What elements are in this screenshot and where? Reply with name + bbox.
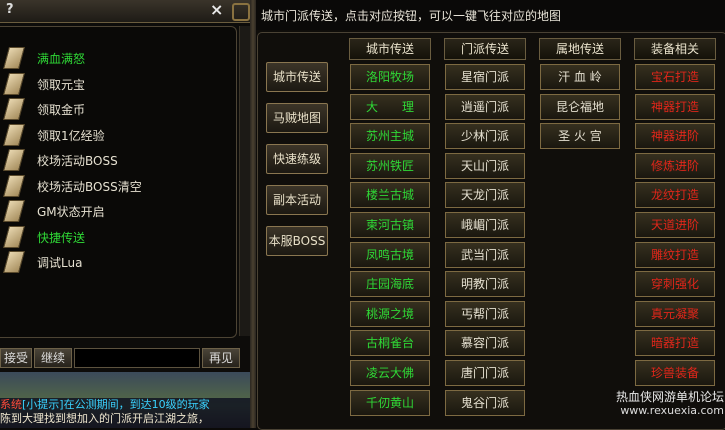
side-nav-button[interactable]: 马贼地图 xyxy=(266,103,328,133)
close-icon[interactable]: × xyxy=(210,0,223,19)
column-header: 属地传送 xyxy=(539,38,621,60)
chat-system-tag: 系统 xyxy=(0,398,22,411)
gm-item[interactable]: 领取金币 xyxy=(0,97,230,121)
teleport-button[interactable]: 昆仑福地 xyxy=(540,93,620,120)
teleport-button[interactable]: 汗 血 岭 xyxy=(540,64,620,90)
teleport-button[interactable]: 神器打造 xyxy=(635,93,715,120)
teleport-button[interactable]: 古桐雀台 xyxy=(350,330,430,357)
corner-ornament-icon xyxy=(232,3,250,21)
help-icon[interactable]: ? xyxy=(6,2,14,17)
accept-button[interactable]: 接受 xyxy=(0,348,32,368)
gm-item-label: GM状态开启 xyxy=(37,205,105,219)
column-header: 门派传送 xyxy=(444,38,526,60)
teleport-button[interactable]: 苏州铁匠 xyxy=(350,152,430,179)
gm-item[interactable]: 校场活动BOSS清空 xyxy=(0,174,230,198)
teleport-button[interactable]: 神器进阶 xyxy=(635,123,715,150)
watermark-title: 热血侠网游单机论坛 xyxy=(615,390,724,404)
teleport-button[interactable]: 珍兽装备 xyxy=(635,360,715,386)
gm-item-label: 领取元宝 xyxy=(37,77,86,92)
side-nav-button[interactable]: 本服BOSS xyxy=(266,226,328,256)
chat-log: 系统[小提示]在公测期间，到达10级的玩家 陈到大理找到想加入的门派开启江湖之旅… xyxy=(0,398,250,428)
teleport-button[interactable]: 明教门派 xyxy=(445,271,525,298)
gm-item[interactable]: GM状态开启 xyxy=(0,199,230,223)
gm-item-label: 快捷传送 xyxy=(37,230,86,245)
left-panel-header: ? × xyxy=(0,0,250,23)
teleport-button[interactable]: 修炼进阶 xyxy=(635,152,715,179)
gm-item[interactable]: 满血满怒 xyxy=(0,46,230,70)
scroll-item-icon xyxy=(3,174,25,197)
column-header: 装备相关 xyxy=(634,38,716,60)
teleport-button[interactable]: 凌云大佛 xyxy=(350,360,430,386)
teleport-button[interactable]: 鬼谷门派 xyxy=(445,389,525,416)
gm-item[interactable]: 校场活动BOSS xyxy=(0,148,230,172)
gm-item[interactable]: 快捷传送 xyxy=(0,225,230,249)
scroll-item-icon xyxy=(3,72,25,95)
teleport-button[interactable]: 圣 火 宫 xyxy=(540,123,620,150)
watermark-url: www.rexuexia.com xyxy=(620,404,724,417)
teleport-button[interactable]: 凤鸣古境 xyxy=(350,241,430,268)
teleport-button[interactable]: 暗器打造 xyxy=(635,330,715,357)
scroll-item-icon xyxy=(3,123,25,146)
gm-item-label: 满血满怒 xyxy=(37,52,86,66)
scroll-item-icon xyxy=(3,47,25,69)
goodbye-button[interactable]: 再见 xyxy=(202,348,240,368)
continue-button[interactable]: 继续 xyxy=(34,348,72,368)
teleport-button[interactable]: 丐帮门派 xyxy=(445,300,525,327)
teleport-title-bar: 城市门派传送，点击对应按钮，可以一键飞往对应的地图 xyxy=(256,0,725,30)
teleport-button[interactable]: 桃源之境 xyxy=(350,300,430,327)
gm-item-label: 领取1亿经验 xyxy=(37,128,105,143)
teleport-title: 城市门派传送，点击对应按钮，可以一键飞往对应的地图 xyxy=(261,9,562,23)
teleport-button[interactable]: 逍遥门派 xyxy=(445,93,525,120)
column-header: 城市传送 xyxy=(349,38,431,60)
side-nav-button[interactable]: 副本活动 xyxy=(266,185,328,215)
watermark: 热血侠网游单机论坛 www.rexuexia.com xyxy=(604,390,724,418)
scroll-item-icon xyxy=(3,200,25,222)
teleport-button[interactable]: 宝石打造 xyxy=(635,64,715,90)
chat-input[interactable] xyxy=(74,348,200,368)
scroll-item-icon xyxy=(3,251,25,273)
teleport-button[interactable]: 唐门门派 xyxy=(445,360,525,386)
teleport-button[interactable]: 雕纹打造 xyxy=(635,241,715,268)
scroll-item-icon xyxy=(3,98,25,120)
side-nav-button[interactable]: 快速练级 xyxy=(266,144,328,174)
teleport-button[interactable]: 真元凝聚 xyxy=(635,300,715,327)
teleport-button[interactable]: 天龙门派 xyxy=(445,182,525,209)
gm-item-label: 调试Lua xyxy=(37,256,83,270)
teleport-button[interactable]: 穿刺强化 xyxy=(635,271,715,298)
teleport-button[interactable]: 柬河古镇 xyxy=(350,212,430,238)
teleport-button[interactable]: 苏州主城 xyxy=(350,123,430,150)
scroll-item-icon xyxy=(3,225,25,248)
chat-line-1: [小提示]在公测期间，到达10级的玩家 xyxy=(22,398,210,411)
scroll-item-icon xyxy=(3,149,25,171)
teleport-button[interactable]: 龙纹打造 xyxy=(635,182,715,209)
gm-item-label: 校场活动BOSS清空 xyxy=(37,179,142,194)
teleport-button[interactable]: 天山门派 xyxy=(445,152,525,179)
teleport-button[interactable]: 楼兰古城 xyxy=(350,182,430,209)
teleport-button[interactable]: 千仞黄山 xyxy=(350,389,430,416)
teleport-button[interactable]: 武当门派 xyxy=(445,241,525,268)
teleport-button[interactable]: 天道进阶 xyxy=(635,212,715,238)
gm-item-label: 领取金币 xyxy=(37,103,86,117)
side-nav-button[interactable]: 城市传送 xyxy=(266,62,328,92)
gm-item[interactable]: 领取1亿经验 xyxy=(0,123,230,147)
teleport-button[interactable]: 峨嵋门派 xyxy=(445,212,525,238)
chat-line-2: 陈到大理找到想加入的门派开启江湖之旅， xyxy=(0,412,209,425)
gm-item[interactable]: 领取元宝 xyxy=(0,72,230,96)
teleport-button[interactable]: 大 理 xyxy=(350,93,430,120)
teleport-button[interactable]: 慕容门派 xyxy=(445,330,525,357)
teleport-button[interactable]: 庄园海底 xyxy=(350,271,430,298)
gm-item[interactable]: 调试Lua xyxy=(0,250,230,274)
teleport-button[interactable]: 洛阳牧场 xyxy=(350,64,430,90)
gm-item-label: 校场活动BOSS xyxy=(37,154,118,168)
teleport-button[interactable]: 星宿门派 xyxy=(445,64,525,90)
teleport-button[interactable]: 少林门派 xyxy=(445,123,525,150)
